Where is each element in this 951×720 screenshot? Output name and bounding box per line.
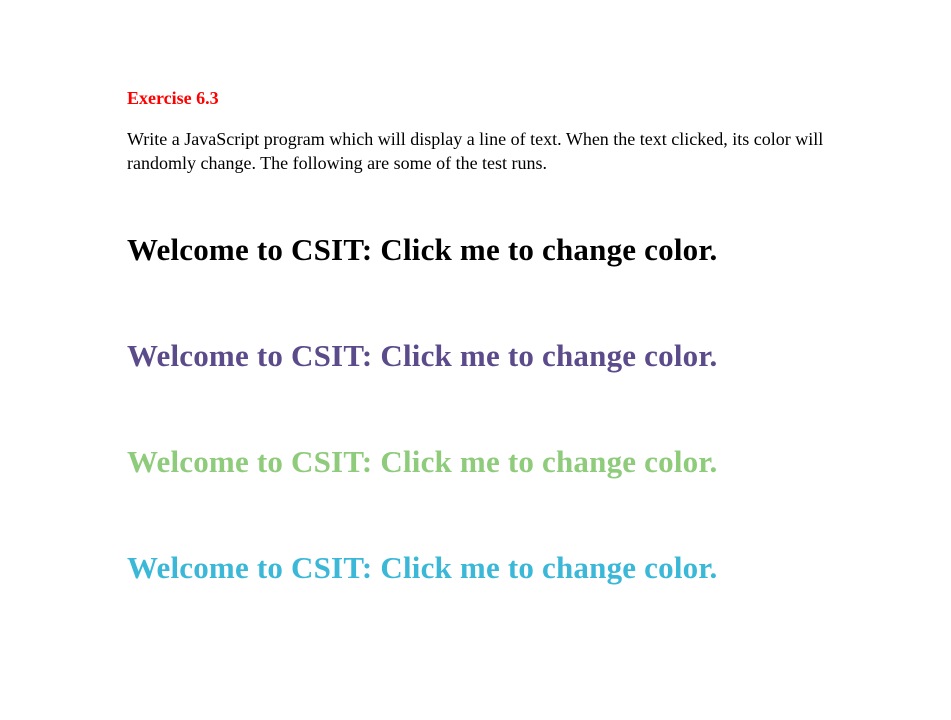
exercise-title: Exercise 6.3 [127, 88, 951, 109]
exercise-description: Write a JavaScript program which will di… [127, 127, 827, 176]
sample-text-3: Welcome to CSIT: Click me to change colo… [127, 444, 951, 480]
sample-text-1: Welcome to CSIT: Click me to change colo… [127, 232, 951, 268]
sample-text-4: Welcome to CSIT: Click me to change colo… [127, 550, 951, 586]
sample-text-2: Welcome to CSIT: Click me to change colo… [127, 338, 951, 374]
